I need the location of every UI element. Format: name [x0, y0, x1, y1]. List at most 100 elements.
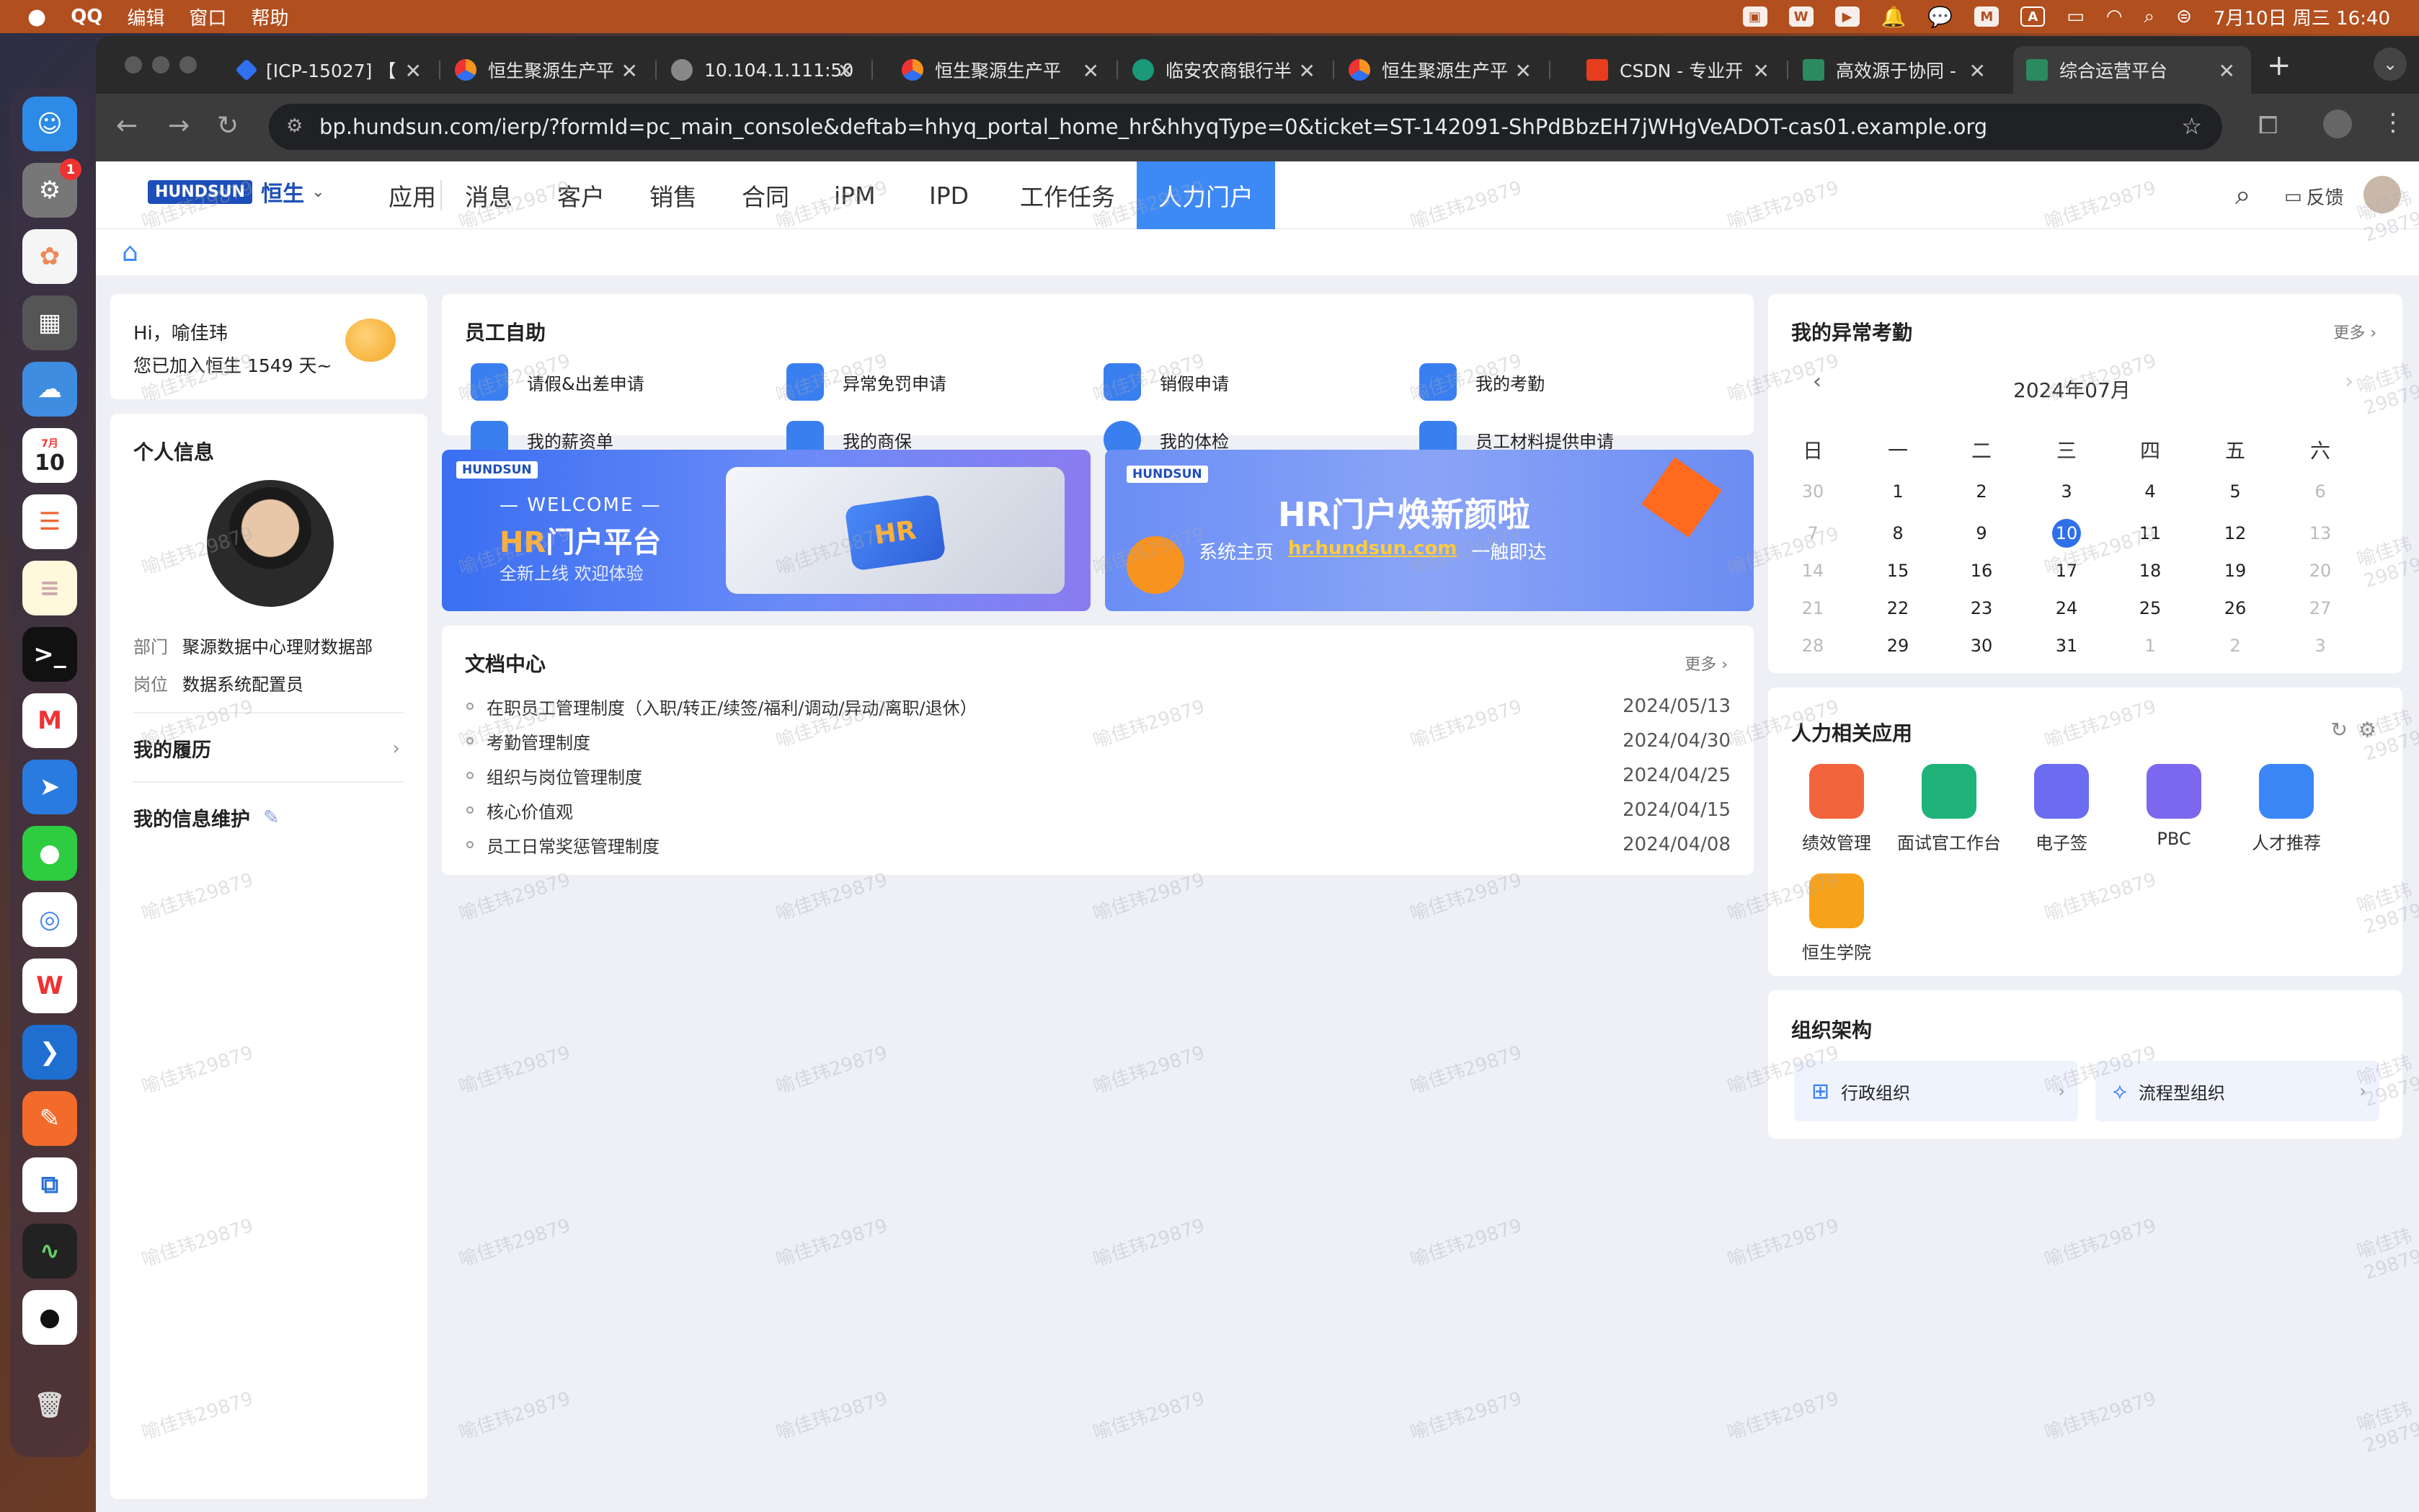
remote-desktop-icon[interactable]: ⧉ [22, 1157, 77, 1212]
app-interviewer[interactable]: 面试官工作台 [1895, 764, 2003, 854]
calendar-day[interactable]: 30 [1960, 630, 2003, 662]
calendar-day[interactable]: 6 [2299, 476, 2342, 507]
prev-month-chevron-icon[interactable]: ‹ [1813, 369, 1821, 394]
control-center-icon[interactable]: ⊜ [2176, 6, 2192, 27]
feishu-dock-icon[interactable]: ➤ [22, 760, 77, 814]
browser-tab[interactable]: 高效源于协同 - ✕ [1790, 46, 2002, 94]
notes-icon[interactable]: ≡ [22, 561, 77, 615]
calendar-day[interactable]: 20 [2299, 555, 2342, 587]
exemption-request[interactable]: 异常免罚申请 [786, 363, 946, 401]
window-minimize-button[interactable] [152, 56, 169, 74]
apple-menu-icon[interactable]: ● [27, 4, 46, 30]
my-info-maintain-link[interactable]: 我的信息维护 ✎ [133, 784, 280, 850]
nav-work-tasks[interactable]: 工作任务 [998, 161, 1137, 229]
doc-row[interactable]: 在职员工管理制度（入职/转正/续签/福利/调动/异动/离职/退休） 2024/05… [442, 689, 1754, 724]
activity-monitor-icon[interactable]: ∿ [22, 1224, 77, 1278]
calculator-icon[interactable]: ▦ [22, 295, 77, 350]
nav-contracts[interactable]: 合同 [720, 161, 811, 229]
tab-close-icon[interactable]: ✕ [1083, 59, 1099, 83]
wps-icon[interactable]: W [1788, 6, 1814, 27]
reminders-icon[interactable]: ☰ [22, 494, 77, 549]
wifi-icon[interactable]: ◠ [2106, 6, 2123, 27]
wechat-status-icon[interactable]: 💬 [1927, 5, 1953, 29]
calendar-day[interactable]: 31 [2045, 630, 2088, 662]
calendar-day[interactable]: 19 [2214, 555, 2257, 587]
calendar-app-icon[interactable]: 7月 10 [22, 428, 77, 483]
wps-office-icon[interactable]: W [22, 959, 77, 1013]
calendar-day[interactable]: 8 [1876, 517, 1919, 549]
cancel-leave-request[interactable]: 销假申请 [1104, 363, 1229, 401]
calendar-day[interactable]: 9 [1960, 517, 2003, 549]
calendar-day[interactable]: 27 [2299, 592, 2342, 624]
banner-hr-refresh[interactable]: HUNDSUN HR门户焕新颜啦 系统主页 hr.hundsun.com 一触即… [1105, 450, 1754, 611]
tab-close-icon[interactable]: ✕ [621, 59, 638, 83]
calendar-day[interactable]: 10 [2045, 517, 2088, 549]
spotlight-search-icon[interactable]: ⌕ [2144, 6, 2155, 28]
screenshot-tool-icon[interactable]: ▣ [1742, 6, 1767, 27]
back-arrow-icon[interactable]: ← [116, 111, 138, 141]
nav-ipd[interactable]: IPD [907, 161, 990, 229]
docs-more-link[interactable]: 更多 › [1685, 652, 1728, 675]
doc-row[interactable]: 组织与岗位管理制度 2024/04/25 [442, 758, 1754, 793]
user-avatar[interactable] [2363, 176, 2401, 213]
settings-gear-icon[interactable]: ⚙ [2358, 718, 2376, 742]
app-esign[interactable]: 电子签 [2007, 764, 2116, 854]
calendar-day[interactable]: 15 [1876, 555, 1919, 587]
nav-hr-portal[interactable]: 人力门户 [1137, 161, 1275, 229]
calendar-day[interactable]: 3 [2045, 476, 2088, 507]
browser-menu-icon[interactable]: ⋮ [2381, 108, 2405, 137]
browser-tab[interactable]: 恒生聚源生产平 ✕ [442, 46, 654, 94]
app-performance[interactable]: 绩效管理 [1783, 764, 1891, 854]
calendar-day[interactable]: 17 [2045, 555, 2088, 587]
browser-tab[interactable]: [ICP-15027] 【 ✕ [226, 46, 438, 94]
browser-tab[interactable]: 恒生聚源生产平 ✕ [889, 46, 1115, 94]
menu-app-name[interactable]: QQ [71, 6, 102, 27]
calendar-day[interactable]: 5 [2214, 476, 2257, 507]
attendance-more-link[interactable]: 更多 › [2333, 320, 2376, 343]
input-method-icon[interactable]: A [2020, 6, 2046, 27]
calendar-day[interactable]: 11 [2129, 517, 2172, 549]
tab-close-icon[interactable]: ✕ [405, 59, 422, 83]
new-tab-button[interactable]: + [2267, 49, 2291, 82]
browser-tab[interactable]: CSDN - 专业开 ✕ [1574, 46, 1785, 94]
calendar-day[interactable]: 14 [1791, 555, 1834, 587]
calendar-day[interactable]: 26 [2214, 592, 2257, 624]
hundsun-logo[interactable]: HUNDSUN 恒生 ⌄ [148, 176, 325, 208]
menu-item-edit[interactable]: 编辑 [127, 4, 164, 30]
refresh-icon[interactable]: ↻ [2331, 718, 2348, 742]
calendar-day[interactable]: 1 [2129, 630, 2172, 662]
calendar-day[interactable]: 28 [1791, 630, 1834, 662]
extensions-icon[interactable]: ⧠ [2258, 111, 2278, 140]
chevron-down-icon[interactable]: ⌄ [311, 183, 324, 201]
doc-row[interactable]: 核心价值观 2024/04/15 [442, 793, 1754, 827]
hr-portal-link[interactable]: hr.hundsun.com [1288, 538, 1457, 564]
browser-tab[interactable]: 临安农商银行半 ✕ [1119, 46, 1331, 94]
nav-sales[interactable]: 销售 [628, 161, 719, 229]
app-talent-referral[interactable]: 人才推荐 [2232, 764, 2340, 854]
system-settings-icon[interactable]: ⚙ 1 [22, 159, 81, 218]
calendar-day[interactable]: 13 [2299, 517, 2342, 549]
calendar-day[interactable]: 7 [1791, 517, 1834, 549]
feedback-button[interactable]: ▭ 反馈 [2284, 183, 2344, 210]
calendar-day[interactable]: 22 [1876, 592, 1919, 624]
window-close-button[interactable] [125, 56, 142, 74]
gmail-icon[interactable]: M [22, 693, 77, 748]
calendar-day[interactable]: 30 [1791, 476, 1834, 507]
calendar-day[interactable]: 18 [2129, 555, 2172, 587]
my-attendance[interactable]: 我的考勤 [1419, 363, 1545, 401]
process-org-link[interactable]: ⟡ 流程型组织 › [2095, 1061, 2379, 1121]
calendar-day[interactable]: 1 [1876, 476, 1919, 507]
calendar-day[interactable]: 2 [2214, 630, 2257, 662]
nav-ipm[interactable]: iPM [812, 161, 897, 229]
wechat-icon[interactable]: ● [22, 826, 77, 881]
leave-travel-request[interactable]: 请假&出差申请 [471, 363, 644, 401]
url-field[interactable]: ⚙ bp.hundsun.com/ierp/?formId=pc_main_co… [269, 104, 2222, 150]
doc-row[interactable]: 员工日常奖惩管理制度 2024/04/08 [442, 827, 1754, 862]
app-pbc[interactable]: PBC [2120, 764, 2228, 849]
qq-icon[interactable]: ● [22, 1290, 77, 1345]
menubar-clock[interactable]: 7月10日 周三 16:40 [2214, 4, 2390, 30]
photos-icon[interactable]: ✿ [22, 229, 77, 284]
calendar-day[interactable]: 3 [2299, 630, 2342, 662]
browser-tab[interactable]: 恒生聚源生产平 ✕ [1336, 46, 1548, 94]
menu-item-help[interactable]: 帮助 [251, 4, 288, 30]
